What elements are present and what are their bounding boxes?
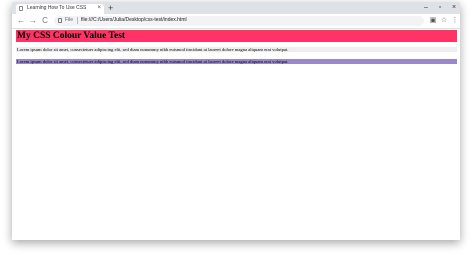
title-bar: Learning How To Use CSS × + – ▫ × [12, 2, 460, 14]
url-divider [77, 17, 78, 24]
browser-toolbar: ← → C File file:///C:/Users/Julia/Deskto… [12, 14, 460, 29]
forward-arrow-icon[interactable]: → [28, 16, 38, 26]
paragraph-2: Lorem ipsum dolor sit amet, consectetuer… [16, 59, 457, 64]
scheme-label: File [65, 17, 74, 23]
reload-icon[interactable]: C [40, 16, 50, 26]
translate-icon[interactable]: ▣ [428, 16, 438, 26]
file-icon[interactable] [58, 18, 62, 23]
browser-window: Learning How To Use CSS × + – ▫ × ← → C … [12, 2, 460, 240]
back-arrow-icon[interactable]: ← [16, 16, 26, 26]
browser-tab[interactable]: Learning How To Use CSS × [16, 4, 104, 14]
minimize-icon[interactable]: – [420, 3, 432, 13]
tab-title: Learning How To Use CSS [27, 5, 87, 11]
page-icon [19, 6, 23, 11]
paragraph-1: Lorem ipsum dolor sit amet, consectetuer… [16, 47, 457, 52]
address-bar[interactable]: File file:///C:/Users/Julia/Desktop/css-… [54, 16, 424, 26]
close-tab-icon[interactable]: × [97, 5, 101, 12]
bookmark-star-icon[interactable]: ☆ [439, 16, 449, 26]
page-heading: My CSS Colour Value Test [16, 30, 457, 42]
page-content: My CSS Colour Value Test Lorem ipsum dol… [12, 29, 460, 240]
new-tab-button[interactable]: + [108, 3, 113, 13]
maximize-icon[interactable]: ▫ [434, 3, 446, 13]
menu-icon[interactable]: ⋮ [450, 16, 460, 26]
window-close-icon[interactable]: × [448, 3, 460, 13]
url-text[interactable]: file:///C:/Users/Julia/Desktop/css-test/… [81, 17, 187, 23]
